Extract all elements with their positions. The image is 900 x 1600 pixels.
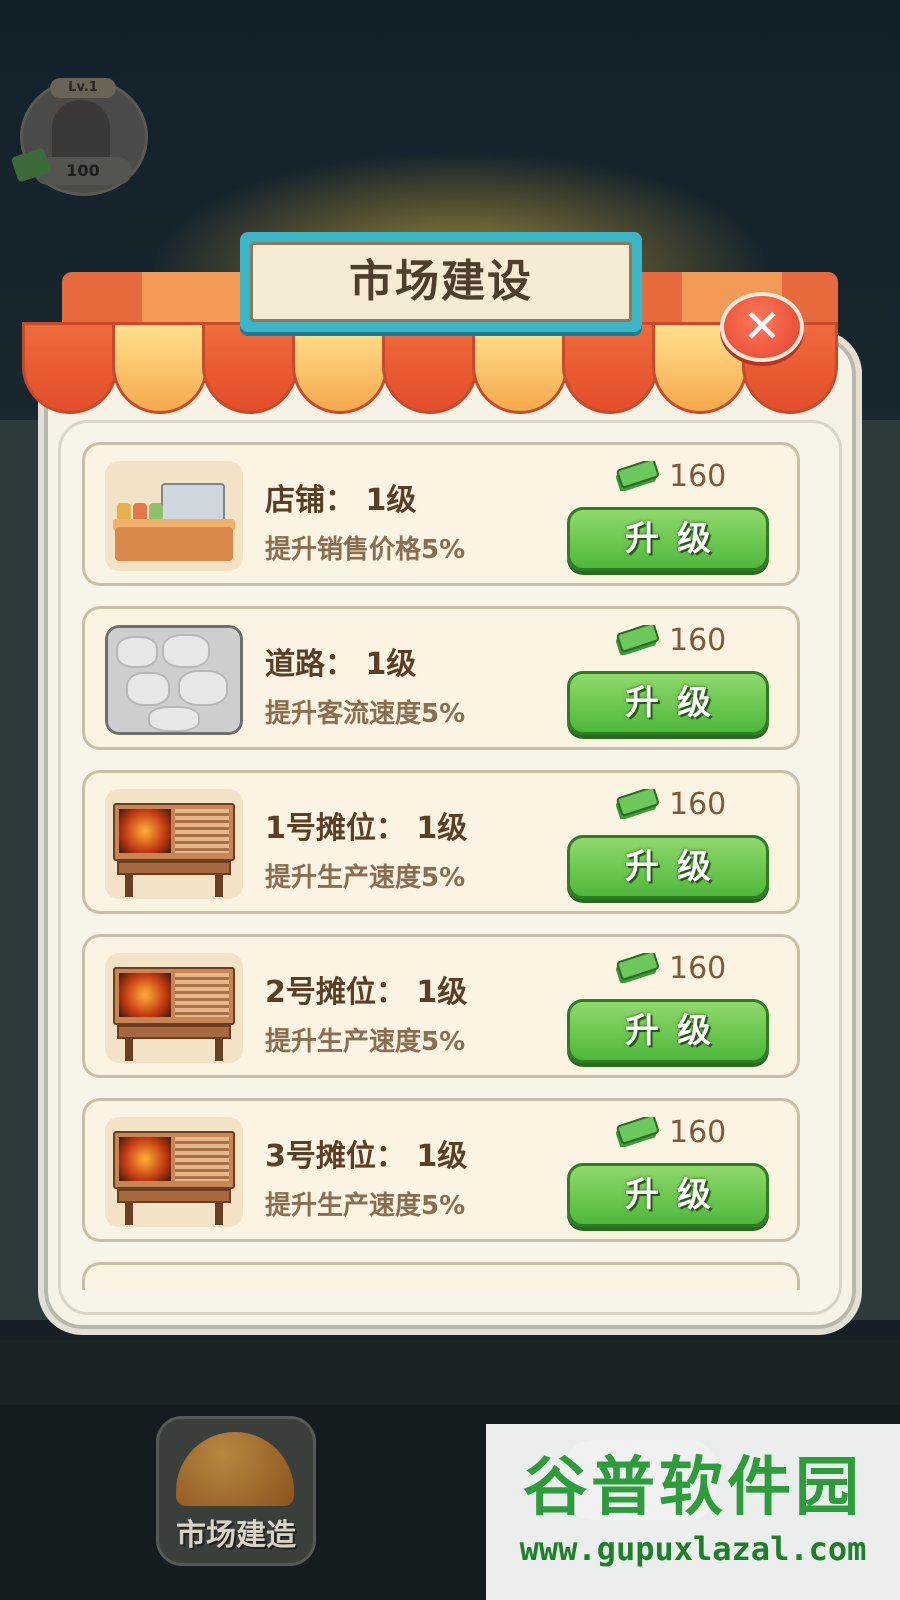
awning-scallop — [292, 322, 388, 414]
upgrade-card-partial — [82, 1262, 800, 1290]
money-icon — [615, 1117, 659, 1147]
upgrade-button-label: 升级 — [625, 519, 729, 559]
grill-leg — [125, 875, 133, 897]
shop-counter-icon — [105, 461, 243, 571]
awning-scallop — [202, 322, 298, 414]
awning-scallop — [382, 322, 478, 414]
price-value: 160 — [669, 787, 727, 822]
item-price: 160 — [613, 457, 773, 497]
stone-dot — [116, 636, 158, 668]
grill-leg — [215, 1039, 223, 1061]
upgrade-button-label: 升级 — [625, 1011, 729, 1051]
watermark-title: 谷普软件园 — [523, 1451, 863, 1525]
item-price: 160 — [613, 949, 773, 989]
grill-leg — [215, 1203, 223, 1225]
item-name: 道路： 1级 — [265, 647, 417, 682]
upgrade-button-label: 升级 — [625, 847, 729, 887]
money-icon — [615, 953, 659, 983]
item-price: 160 — [613, 785, 773, 825]
upgrade-button[interactable]: 升级 — [567, 1163, 769, 1227]
upgrade-card-stall-3: 3号摊位： 1级 提升生产速度5% 160 升级 — [82, 1098, 800, 1242]
price-value: 160 — [669, 951, 727, 986]
awning-scallop — [112, 322, 208, 414]
counter-shape — [115, 527, 233, 561]
grill-base — [117, 1189, 231, 1203]
item-name: 1号摊位： 1级 — [265, 811, 468, 846]
awning-scallop — [472, 322, 568, 414]
grill-fire — [119, 973, 171, 1017]
stone-dot — [148, 706, 200, 732]
upgrade-button-label: 升级 — [625, 683, 729, 723]
modal-title: 市场建设 — [349, 256, 533, 307]
grill-fire — [119, 809, 171, 853]
upgrade-button-label: 升级 — [625, 1175, 729, 1215]
watermark-url: www.gupuxlazal.com — [519, 1530, 867, 1568]
item-description: 提升客流速度5% — [265, 699, 466, 729]
stone-dot — [126, 672, 170, 706]
money-icon — [615, 789, 659, 819]
grill-base — [117, 861, 231, 875]
price-value: 160 — [669, 1115, 727, 1150]
grill-stall-icon — [105, 953, 243, 1063]
item-name: 2号摊位： 1级 — [265, 975, 468, 1010]
stone-dot — [178, 670, 228, 706]
upgrade-card-road: 道路： 1级 提升客流速度5% 160 升级 — [82, 606, 800, 750]
price-value: 160 — [669, 623, 727, 658]
stone-shape — [105, 625, 243, 735]
upgrade-button[interactable]: 升级 — [567, 507, 769, 571]
close-icon: ✕ — [742, 299, 782, 353]
grill-leg — [215, 875, 223, 897]
grill-leg — [125, 1039, 133, 1061]
awning-scallop — [562, 322, 658, 414]
upgrade-button[interactable]: 升级 — [567, 999, 769, 1063]
awning-scallop — [22, 322, 118, 414]
player-level-badge: Lv.1 — [50, 78, 116, 98]
item-price: 160 — [613, 1113, 773, 1153]
money-icon — [615, 461, 659, 491]
nav-market-build-label: 市场建造 — [176, 1518, 296, 1553]
upgrade-card-stall-2: 2号摊位： 1级 提升生产速度5% 160 升级 — [82, 934, 800, 1078]
stone-dot — [162, 634, 210, 668]
item-description: 提升生产速度5% — [265, 1191, 466, 1221]
upgrade-button[interactable]: 升级 — [567, 671, 769, 735]
upgrade-card-shop: 店铺： 1级 提升销售价格5% 160 升级 — [82, 442, 800, 586]
item-description: 提升生产速度5% — [265, 1027, 466, 1057]
close-button[interactable]: ✕ — [720, 292, 804, 362]
grill-base — [117, 1025, 231, 1039]
item-description: 提升销售价格5% — [265, 535, 466, 565]
grill-fire — [119, 1137, 171, 1181]
grill-stall-icon — [105, 1117, 243, 1227]
upgrade-card-stall-1: 1号摊位： 1级 提升生产速度5% 160 升级 — [82, 770, 800, 914]
grill-vent — [175, 1137, 229, 1181]
grill-vent — [175, 973, 229, 1017]
grill-leg — [125, 1203, 133, 1225]
upgrade-button[interactable]: 升级 — [567, 835, 769, 899]
money-icon — [615, 625, 659, 655]
item-price: 160 — [613, 621, 773, 661]
item-name: 3号摊位： 1级 — [265, 1139, 468, 1174]
grill-vent — [175, 809, 229, 853]
item-name: 店铺： 1级 — [265, 483, 417, 518]
price-value: 160 — [669, 459, 727, 494]
stone-road-icon — [105, 625, 243, 735]
item-description: 提升生产速度5% — [265, 863, 466, 893]
grill-stall-icon — [105, 789, 243, 899]
